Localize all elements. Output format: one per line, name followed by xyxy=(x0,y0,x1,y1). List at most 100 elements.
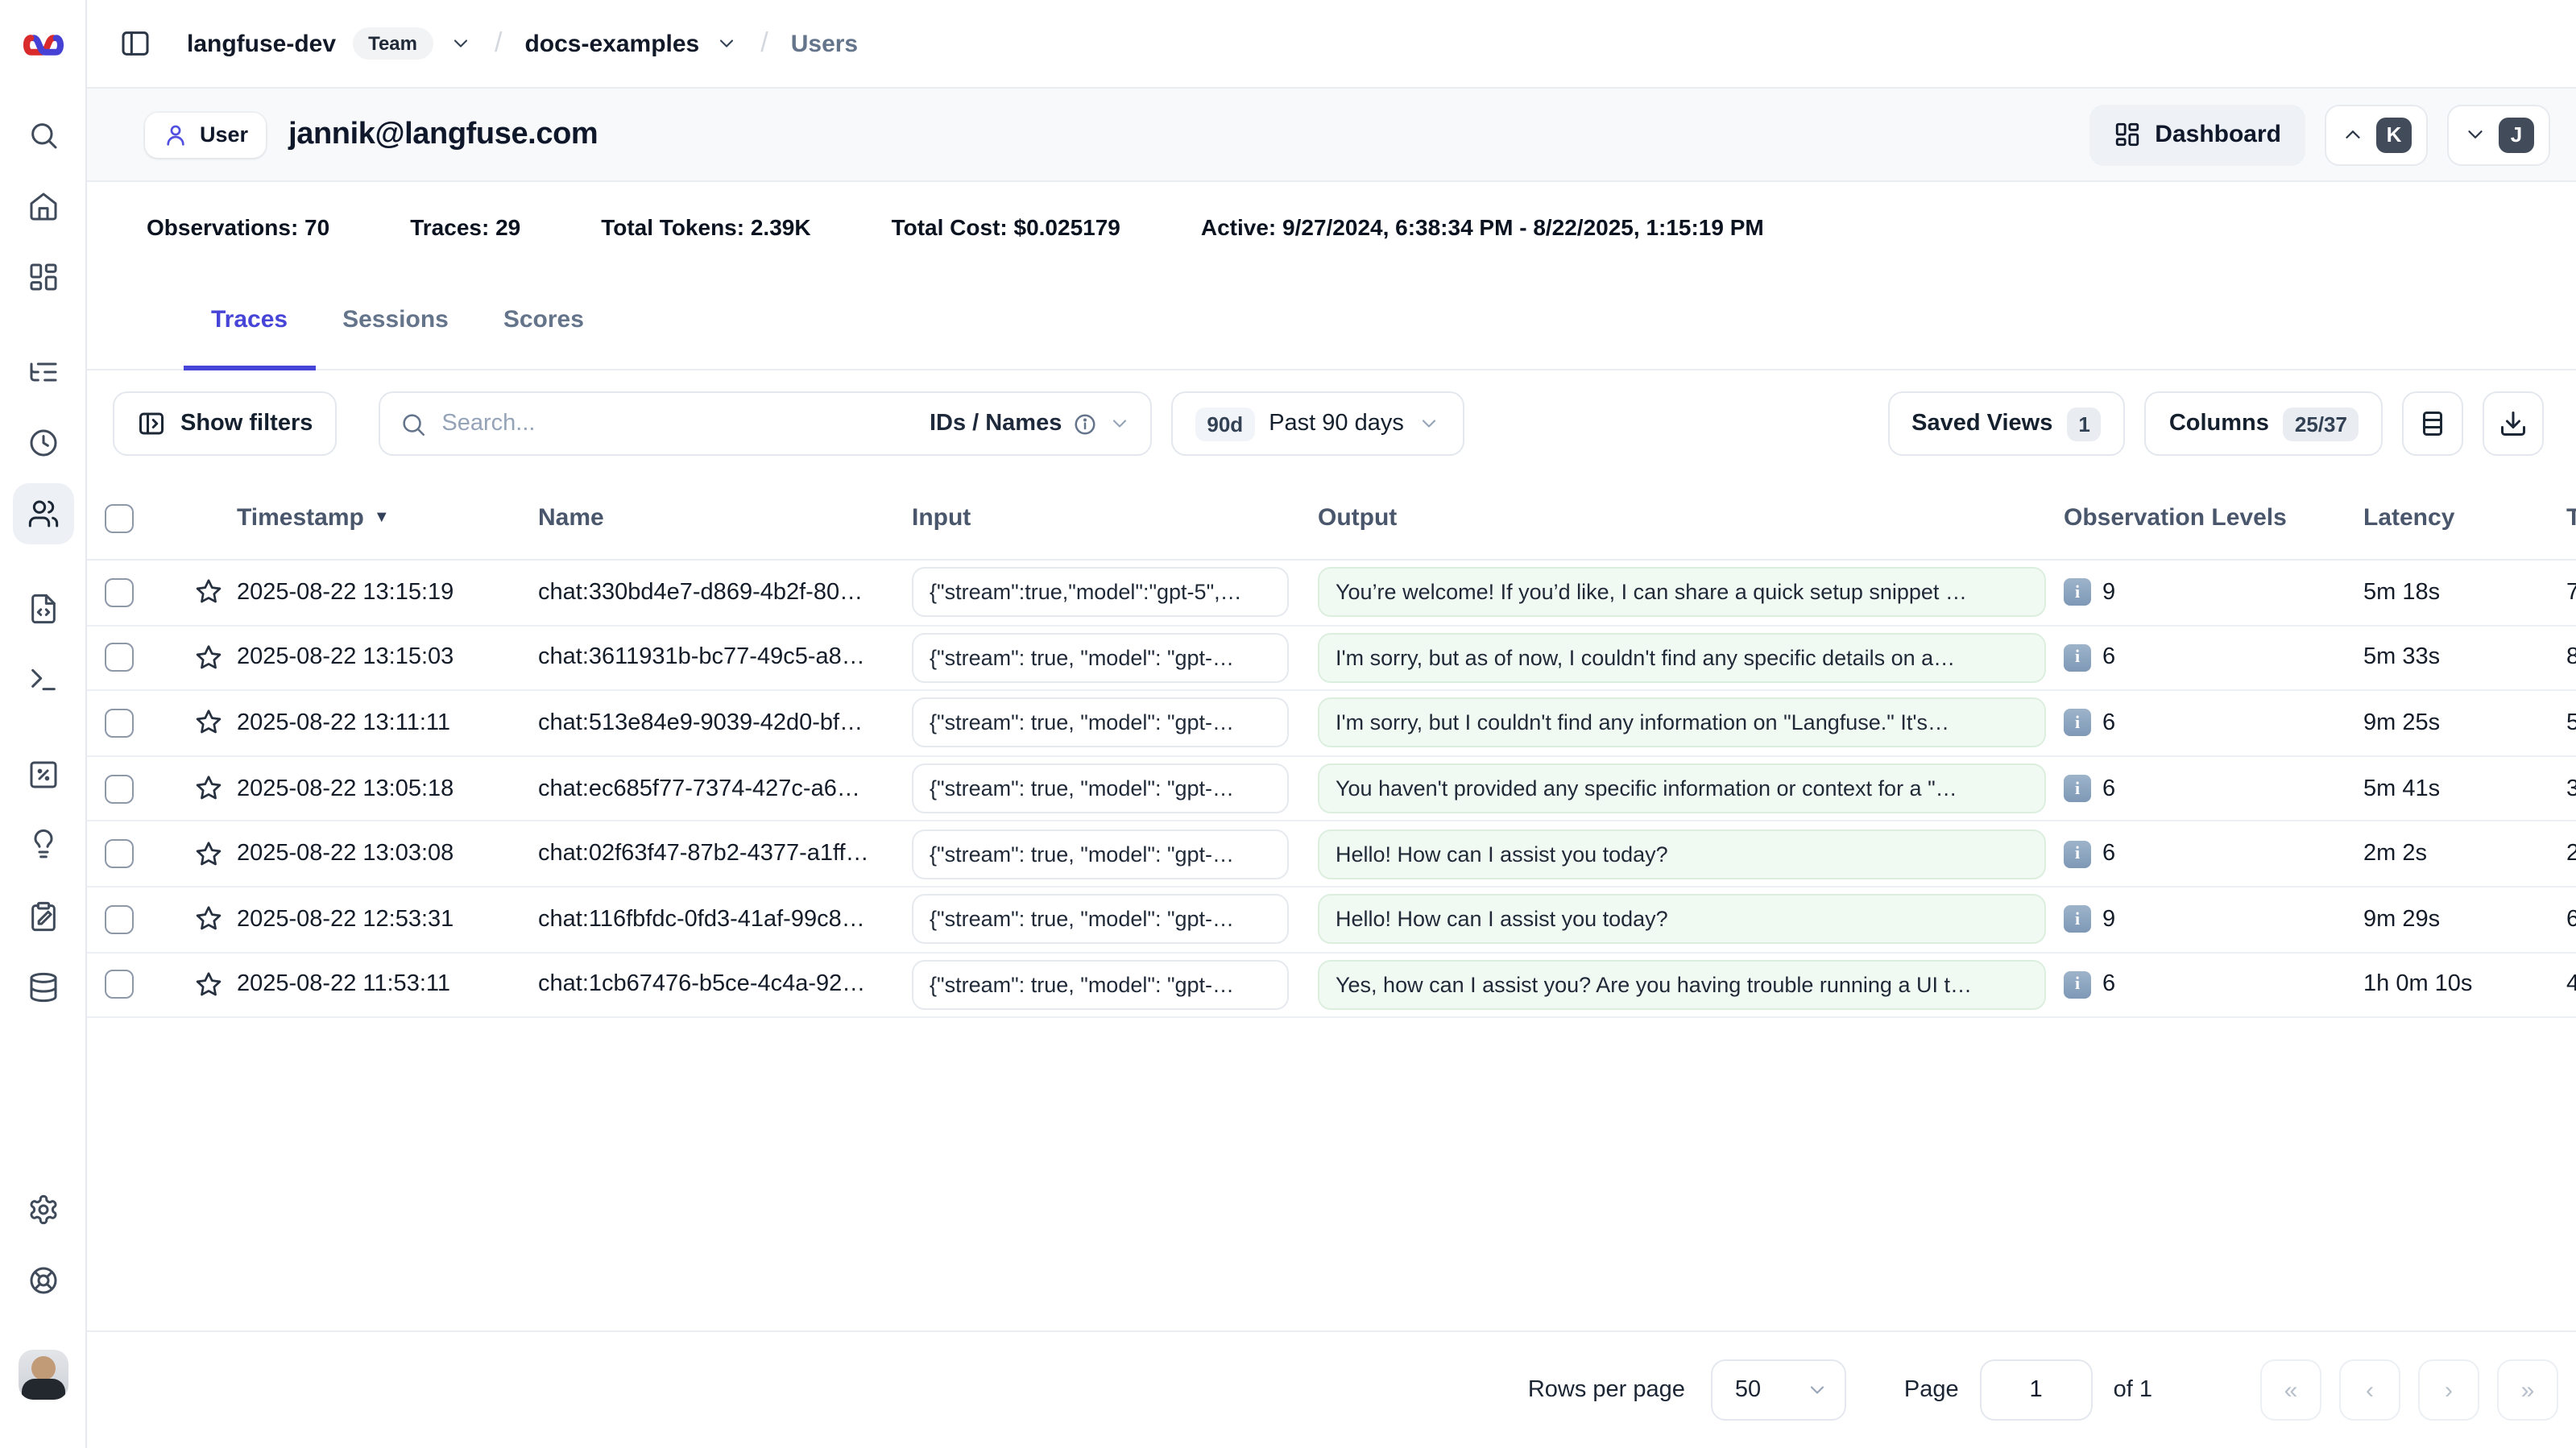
star-icon[interactable] xyxy=(193,577,224,608)
sidebar-item-dashboards[interactable] xyxy=(12,246,73,308)
cell-input-chip[interactable]: {"stream": true, "model": "gpt-… xyxy=(912,633,1289,683)
last-page-button[interactable]: » xyxy=(2497,1359,2558,1421)
column-header-timestamp[interactable]: Timestamp ▼ xyxy=(235,504,530,532)
cell-input-chip[interactable]: {"stream":true,"model":"gpt-5",… xyxy=(912,568,1289,618)
cell-output-chip[interactable]: Yes, how can I assist you? Are you havin… xyxy=(1318,960,2046,1010)
table-row[interactable]: 2025-08-22 12:53:31 chat:116fbfdc-0fd3-4… xyxy=(87,887,2576,953)
next-page-button[interactable]: › xyxy=(2418,1359,2479,1421)
breadcrumb-project[interactable]: langfuse-dev xyxy=(187,30,336,57)
cell-input-chip[interactable]: {"stream": true, "model": "gpt-… xyxy=(912,763,1289,813)
row-checkbox[interactable] xyxy=(105,970,134,999)
first-page-button[interactable]: « xyxy=(2260,1359,2321,1421)
environment-switcher[interactable] xyxy=(715,32,738,55)
table-row[interactable]: 2025-08-22 13:05:18 chat:ec685f77-7374-4… xyxy=(87,757,2576,822)
sidebar-item-search[interactable] xyxy=(12,105,73,166)
star-icon[interactable] xyxy=(193,643,224,673)
prev-page-button[interactable]: ‹ xyxy=(2339,1359,2400,1421)
table-row[interactable]: 2025-08-22 11:53:11 chat:1cb67476-b5ce-4… xyxy=(87,953,2576,1018)
cell-output-chip[interactable]: I'm sorry, but I couldn't find any infor… xyxy=(1318,698,2046,748)
column-header-name[interactable]: Name xyxy=(530,504,901,532)
show-filters-button[interactable]: Show filters xyxy=(113,391,337,456)
cell-output-chip[interactable]: I'm sorry, but as of now, I couldn't fin… xyxy=(1318,633,2046,683)
dashboard-button[interactable]: Dashboard xyxy=(2089,104,2305,165)
sidebar-item-users[interactable] xyxy=(12,483,73,544)
info-level-icon: i xyxy=(2064,906,2091,933)
table-row[interactable]: 2025-08-22 13:15:19 chat:330bd4e7-d869-4… xyxy=(87,561,2576,626)
cell-name: chat:ec685f77-7374-427c-a6… xyxy=(530,776,901,801)
sidebar-item-support[interactable] xyxy=(12,1250,73,1311)
sidebar-item-prompts[interactable] xyxy=(12,578,73,639)
star-icon[interactable] xyxy=(193,708,224,738)
export-button[interactable] xyxy=(2483,391,2544,456)
search-scope-label: IDs / Names xyxy=(930,411,1062,436)
row-checkbox[interactable] xyxy=(105,709,134,738)
next-user-button[interactable]: J xyxy=(2447,104,2550,165)
column-header-observation-levels[interactable]: Observation Levels xyxy=(2056,504,2350,532)
sidebar-item-insights[interactable] xyxy=(12,813,73,875)
search-input[interactable] xyxy=(441,411,915,436)
cell-output-chip[interactable]: You haven't provided any specific inform… xyxy=(1318,763,2046,813)
pagination-bar: Rows per page 50 Page of 1 « ‹ › » xyxy=(87,1330,2576,1448)
cell-output-chip[interactable]: Hello! How can I assist you today? xyxy=(1318,829,2046,879)
columns-button[interactable]: Columns 25/37 xyxy=(2145,391,2383,456)
breadcrumb-environment[interactable]: docs-examples xyxy=(524,30,699,57)
search-box: IDs / Names xyxy=(379,391,1152,456)
cell-name: chat:3611931b-bc77-49c5-a8… xyxy=(530,645,901,671)
row-height-button[interactable] xyxy=(2402,391,2463,456)
date-range-label: Past 90 days xyxy=(1269,411,1404,436)
cell-input-chip[interactable]: {"stream": true, "model": "gpt-… xyxy=(912,960,1289,1010)
user-avatar[interactable] xyxy=(18,1350,68,1400)
star-icon[interactable] xyxy=(193,773,224,804)
langfuse-logo[interactable] xyxy=(20,23,65,68)
cell-input-chip[interactable]: {"stream": true, "model": "gpt-… xyxy=(912,698,1289,748)
sidebar-toggle-button[interactable] xyxy=(119,27,151,60)
row-checkbox[interactable] xyxy=(105,839,134,868)
tab-traces[interactable]: Traces xyxy=(184,271,315,369)
cell-output-chip[interactable]: You’re welcome! If you’d like, I can sha… xyxy=(1318,568,2046,618)
playground-icon xyxy=(27,664,59,696)
row-checkbox[interactable] xyxy=(105,905,134,934)
sidebar-item-playground[interactable] xyxy=(12,649,73,710)
sessions-icon xyxy=(27,427,59,459)
prev-user-button[interactable]: K xyxy=(2325,104,2428,165)
saved-views-button[interactable]: Saved Views 1 xyxy=(1887,391,2126,456)
tab-sessions[interactable]: Sessions xyxy=(315,271,476,369)
rows-per-page-select[interactable]: 50 xyxy=(1711,1359,1846,1421)
sidebar-item-tracing[interactable] xyxy=(12,341,73,403)
breadcrumb-separator: / xyxy=(754,27,774,60)
column-header-latency[interactable]: Latency xyxy=(2350,504,2552,532)
star-icon[interactable] xyxy=(193,970,224,1000)
table-row[interactable]: 2025-08-22 13:03:08 chat:02f63f47-87b2-4… xyxy=(87,822,2576,887)
star-icon[interactable] xyxy=(193,904,224,935)
column-header-overflow[interactable]: T xyxy=(2552,504,2576,532)
column-header-output[interactable]: Output xyxy=(1307,504,2056,532)
sidebar-item-settings[interactable] xyxy=(12,1179,73,1240)
breadcrumb-current-page: Users xyxy=(791,30,858,57)
star-icon[interactable] xyxy=(193,838,224,869)
project-switcher[interactable] xyxy=(449,32,472,55)
search-scope-selector[interactable]: IDs / Names xyxy=(930,411,1131,436)
table-row[interactable]: 2025-08-22 13:15:03 chat:3611931b-bc77-4… xyxy=(87,626,2576,691)
cell-input-chip[interactable]: {"stream": true, "model": "gpt-… xyxy=(912,829,1289,879)
cell-name: chat:02f63f47-87b2-4377-a1ff… xyxy=(530,841,901,867)
info-icon xyxy=(1073,412,1097,436)
sidebar-item-sessions[interactable] xyxy=(12,412,73,474)
pagination-buttons: « ‹ › » xyxy=(2243,1359,2558,1421)
cell-output-chip[interactable]: Hello! How can I assist you today? xyxy=(1318,895,2046,945)
page-number-input[interactable] xyxy=(1980,1359,2093,1421)
breadcrumb-bar: langfuse-dev Team / docs-examples / User… xyxy=(87,0,2576,89)
row-checkbox[interactable] xyxy=(105,643,134,672)
sidebar-item-datasets[interactable] xyxy=(12,957,73,1018)
table-row[interactable]: 2025-08-22 13:11:11 chat:513e84e9-9039-4… xyxy=(87,691,2576,756)
sidebar-item-evaluations[interactable] xyxy=(12,744,73,805)
cell-input-chip[interactable]: {"stream": true, "model": "gpt-… xyxy=(912,895,1289,945)
sidebar-item-annotation[interactable] xyxy=(12,886,73,947)
select-all-checkbox[interactable] xyxy=(105,503,134,532)
column-header-input[interactable]: Input xyxy=(901,504,1307,532)
sidebar-item-home[interactable] xyxy=(12,176,73,237)
date-range-button[interactable]: 90d Past 90 days xyxy=(1171,391,1464,456)
tab-scores[interactable]: Scores xyxy=(476,271,611,369)
row-checkbox[interactable] xyxy=(105,578,134,607)
row-checkbox[interactable] xyxy=(105,774,134,803)
cell-latency: 5m 18s xyxy=(2350,580,2552,606)
